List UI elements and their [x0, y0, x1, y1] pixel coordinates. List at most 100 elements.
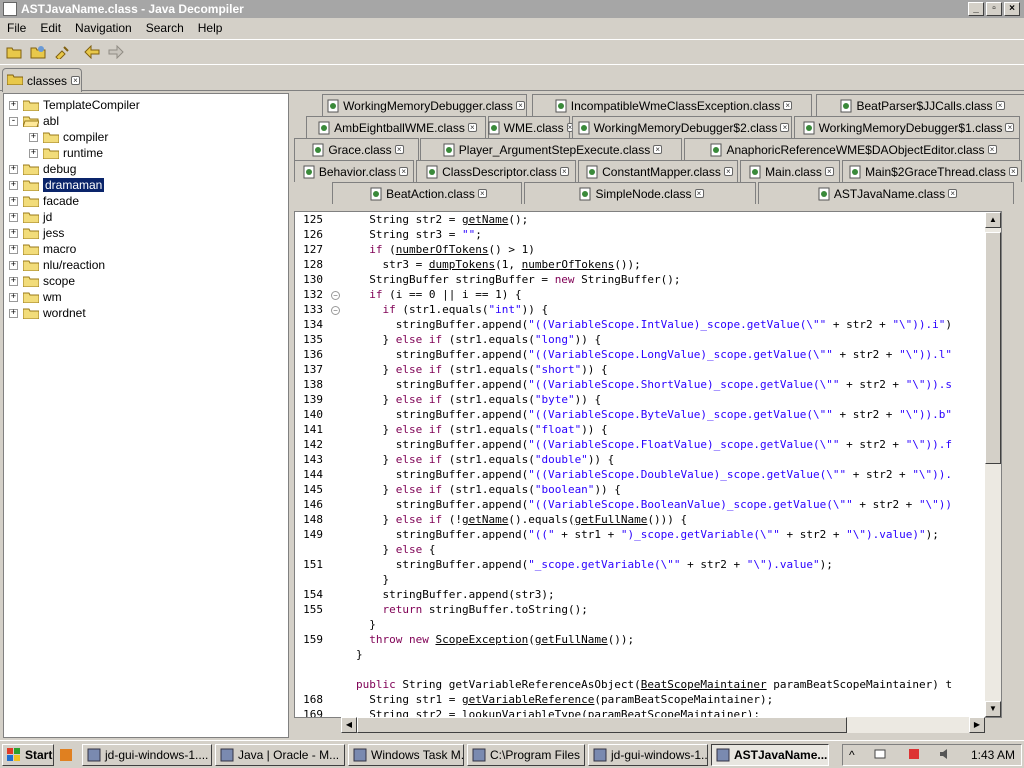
expand-icon[interactable]: +: [29, 148, 38, 158]
menu-search[interactable]: Search: [139, 21, 191, 35]
fold-icon[interactable]: −: [331, 306, 340, 315]
editor-tab[interactable]: Player_ArgumentStepExecute.class ×: [420, 138, 682, 160]
close-icon[interactable]: ×: [723, 167, 733, 176]
menu-help[interactable]: Help: [191, 21, 230, 35]
close-icon[interactable]: ×: [467, 123, 477, 132]
find-icon[interactable]: [51, 42, 73, 62]
menu-edit[interactable]: Edit: [33, 21, 68, 35]
close-icon[interactable]: ×: [995, 101, 1005, 110]
editor-tab[interactable]: WME.class ×: [488, 116, 574, 138]
fold-icon[interactable]: −: [331, 291, 340, 300]
maximize-button[interactable]: ▫: [986, 2, 1002, 16]
close-icon[interactable]: ×: [477, 189, 487, 198]
tab-classes[interactable]: classes ×: [2, 68, 82, 92]
editor-tab[interactable]: ClassDescriptor.class ×: [416, 160, 576, 182]
scroll-down-icon[interactable]: ▼: [985, 701, 1001, 717]
editor-tab[interactable]: IncompatibleWmeClassException.class ×: [532, 94, 812, 116]
expand-icon[interactable]: +: [9, 180, 18, 190]
close-icon[interactable]: ×: [824, 167, 834, 176]
close-icon[interactable]: ×: [694, 189, 704, 198]
collapse-icon[interactable]: -: [9, 116, 18, 126]
open-type-icon[interactable]: [27, 42, 49, 62]
expand-icon[interactable]: +: [29, 132, 38, 142]
start-button[interactable]: Start: [2, 743, 54, 766]
network-icon[interactable]: [874, 748, 888, 763]
tree-item[interactable]: + jd: [9, 209, 52, 225]
tree-item[interactable]: + facade: [9, 193, 79, 209]
taskbar-button[interactable]: jd-gui-windows-1....: [588, 743, 708, 766]
tree-item[interactable]: + debug: [9, 161, 76, 177]
close-icon[interactable]: ×: [987, 145, 997, 154]
scroll-right-icon[interactable]: ▶: [969, 717, 985, 733]
tree-item[interactable]: + nlu/reaction: [9, 257, 105, 273]
menu-navigation[interactable]: Navigation: [68, 21, 139, 35]
close-button[interactable]: ×: [1004, 2, 1020, 16]
tray-expand-icon[interactable]: ^: [849, 748, 855, 762]
tree-item[interactable]: + scope: [9, 273, 75, 289]
close-icon[interactable]: ×: [515, 101, 525, 110]
editor-tab[interactable]: AnaphoricReferenceWME$DAObjectEditor.cla…: [684, 138, 1020, 160]
expand-icon[interactable]: +: [9, 100, 18, 110]
minimize-button[interactable]: _: [968, 2, 984, 16]
tree-item[interactable]: + dramaman: [9, 177, 105, 193]
close-icon[interactable]: ×: [399, 167, 409, 176]
taskbar-button[interactable]: C:\Program Files ...: [467, 743, 585, 766]
taskbar-button[interactable]: Windows Task M...: [348, 743, 464, 766]
tree-item[interactable]: + wordnet: [9, 305, 86, 321]
quicklaunch-media-icon[interactable]: [57, 744, 79, 766]
volume-icon[interactable]: [939, 748, 951, 763]
tree-item[interactable]: + compiler: [29, 129, 108, 145]
code-editor[interactable]: 125 126 127 128 130 132−133−134 135 136 137 138 13…: [294, 211, 1002, 718]
tree-item[interactable]: - abl: [9, 113, 59, 129]
tree-item[interactable]: + macro: [9, 241, 76, 257]
horizontal-scrollbar[interactable]: ◀ ▶: [341, 717, 985, 733]
scroll-left-icon[interactable]: ◀: [341, 717, 357, 733]
editor-tab[interactable]: Main.class ×: [740, 160, 840, 182]
vertical-scroll-thumb[interactable]: [985, 232, 1001, 464]
editor-tab[interactable]: Main$2GraceThread.class ×: [842, 160, 1022, 182]
close-icon[interactable]: ×: [1008, 167, 1018, 176]
close-icon[interactable]: ×: [948, 189, 958, 198]
editor-tab[interactable]: BeatAction.class ×: [332, 182, 522, 204]
editor-tab[interactable]: SimpleNode.class ×: [524, 182, 756, 204]
close-icon[interactable]: ×: [394, 145, 404, 154]
editor-tab[interactable]: Grace.class ×: [294, 138, 419, 160]
editor-tab[interactable]: BeatParser$JJCalls.class ×: [816, 94, 1024, 116]
close-icon[interactable]: ×: [1005, 123, 1015, 132]
back-icon[interactable]: [81, 42, 103, 62]
horizontal-scroll-thumb[interactable]: [357, 717, 847, 733]
editor-tab[interactable]: ASTJavaName.class ×: [758, 182, 1014, 204]
editor-tab[interactable]: Behavior.class ×: [294, 160, 414, 182]
expand-icon[interactable]: +: [9, 196, 18, 206]
tree-item[interactable]: + jess: [9, 225, 64, 241]
expand-icon[interactable]: +: [9, 244, 18, 254]
menu-file[interactable]: File: [0, 21, 33, 35]
forward-icon[interactable]: [105, 42, 127, 62]
tree-item[interactable]: + runtime: [29, 145, 103, 161]
editor-tab[interactable]: AmbEightballWME.class ×: [306, 116, 486, 138]
security-alert-icon[interactable]: [908, 748, 920, 763]
vertical-scrollbar[interactable]: ▲ ▼: [985, 212, 1001, 717]
editor-tab[interactable]: WorkingMemoryDebugger.class ×: [322, 94, 527, 116]
editor-tab[interactable]: WorkingMemoryDebugger$2.class ×: [572, 116, 792, 138]
expand-icon[interactable]: +: [9, 260, 18, 270]
expand-icon[interactable]: +: [9, 308, 18, 318]
taskbar-button[interactable]: ASTJavaName....: [711, 743, 829, 766]
taskbar-button[interactable]: jd-gui-windows-1....: [82, 743, 212, 766]
tree-item[interactable]: + TemplateCompiler: [9, 97, 140, 113]
close-icon[interactable]: ×: [653, 145, 663, 154]
expand-icon[interactable]: +: [9, 212, 18, 222]
close-icon[interactable]: ×: [783, 101, 793, 110]
taskbar-button[interactable]: Java | Oracle - M...: [215, 743, 345, 766]
scroll-up-icon[interactable]: ▲: [985, 212, 1001, 228]
editor-tab[interactable]: ConstantMapper.class ×: [578, 160, 738, 182]
close-icon[interactable]: ×: [71, 76, 81, 85]
close-icon[interactable]: ×: [559, 167, 569, 176]
expand-icon[interactable]: +: [9, 292, 18, 302]
open-file-icon[interactable]: [3, 42, 25, 62]
expand-icon[interactable]: +: [9, 164, 18, 174]
tree-item[interactable]: + wm: [9, 289, 62, 305]
expand-icon[interactable]: +: [9, 276, 18, 286]
expand-icon[interactable]: +: [9, 228, 18, 238]
close-icon[interactable]: ×: [780, 123, 790, 132]
